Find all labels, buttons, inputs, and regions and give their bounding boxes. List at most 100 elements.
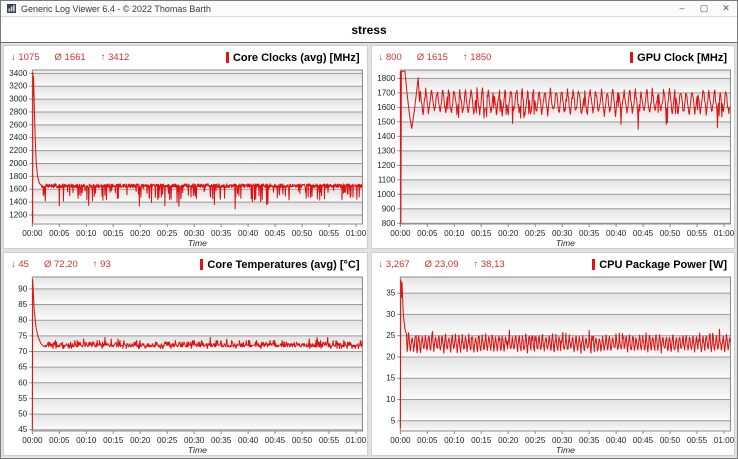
y-tick-label: 1100 — [377, 175, 395, 184]
plot-band — [32, 124, 363, 138]
x-tick-label: 00:50 — [659, 229, 680, 238]
x-tick-label: 00:30 — [552, 229, 573, 238]
plot-band — [399, 399, 730, 421]
plot-band — [32, 70, 363, 74]
x-tick-label: 00:55 — [319, 229, 340, 238]
x-tick-label: 00:45 — [632, 229, 653, 238]
chart-title: Core Clocks (avg) [MHz] — [225, 52, 360, 64]
plot-band — [32, 99, 363, 112]
maximize-button[interactable]: ▢ — [693, 1, 715, 16]
stat-avg: Ø 23,09 — [424, 259, 459, 270]
plot-band — [399, 70, 730, 79]
plot-band — [32, 73, 363, 87]
stat-max: ↑ 93 — [92, 259, 111, 270]
chart-panel-gpu-clock: ↓ 800 Ø 1615 ↑ 1850 GPU Clock [MHz] 1800… — [370, 45, 735, 249]
y-tick-label: 1200 — [377, 161, 396, 170]
y-tick-label: 65 — [18, 363, 28, 372]
log-header: stress — [1, 17, 737, 43]
plot-band — [32, 382, 363, 399]
y-tick-label: 1400 — [377, 132, 396, 141]
plot-band — [32, 367, 363, 383]
chart-plot-gpu-clock[interactable]: 1800 1700 1600 1500 1400 1300 1200 1100 1000 900 8… — [372, 66, 734, 248]
x-axis-title: Time — [555, 445, 574, 455]
chart-plot-cpu-package-power[interactable]: 35 30 25 20 15 10 5 00:00 00:05 00:10 00:15 00:20 00… — [372, 273, 734, 455]
y-tick-label: 2200 — [9, 146, 28, 155]
plot-band — [399, 277, 730, 294]
x-tick-label: 00:45 — [632, 436, 653, 445]
y-tick-label: 80 — [18, 316, 28, 325]
app-window: Generic Log Viewer 6.4 - © 2022 Thomas B… — [0, 0, 738, 459]
x-tick-label: 00:30 — [552, 436, 573, 445]
x-tick-label: 00:30 — [184, 229, 205, 238]
x-tick-label: 00:25 — [525, 229, 546, 238]
x-tick-label: 00:25 — [157, 229, 178, 238]
plot-band — [32, 111, 363, 125]
x-tick-label: 00:30 — [184, 436, 205, 445]
y-tick-label: 2400 — [9, 133, 28, 142]
plot-band — [399, 314, 730, 336]
plot-band — [32, 351, 363, 368]
y-tick-label: 1500 — [377, 117, 396, 126]
plot-band — [32, 86, 363, 100]
plot-band — [399, 293, 730, 315]
x-tick-label: 00:50 — [292, 436, 313, 445]
plot-band — [32, 202, 363, 215]
y-tick-label: 5 — [390, 416, 395, 425]
plot-band — [32, 150, 363, 164]
y-tick-label: 50 — [18, 410, 28, 419]
x-tick-label: 01:00 — [713, 436, 734, 445]
core-clocks-svg: 3400 3200 3000 2800 2600 2400 2200 2000 1800 1600… — [9, 69, 366, 248]
x-tick-label: 00:35 — [579, 436, 600, 445]
chart-stats: ↓ 3,267 Ø 23,09 ↑ 38,13 — [379, 259, 505, 270]
y-tick-label: 1200 — [9, 211, 28, 220]
cpu-package-power-svg: 35 30 25 20 15 10 5 00:00 00:05 00:10 00:15 00:20 00… — [386, 276, 734, 455]
y-tick-label: 2600 — [9, 120, 28, 129]
gpu-clock-svg: 1800 1700 1600 1500 1400 1300 1200 1100 1000 900 8… — [377, 69, 734, 248]
chart-stats: ↓ 800 Ø 1615 ↑ 1850 — [379, 52, 492, 63]
x-tick-label: 00:40 — [238, 436, 259, 445]
plot-band — [399, 78, 730, 93]
y-tick-label: 3000 — [9, 95, 28, 104]
title-bar: Generic Log Viewer 6.4 - © 2022 Thomas B… — [1, 1, 737, 17]
app-icon — [7, 4, 16, 13]
x-tick-label: 00:45 — [265, 229, 286, 238]
x-tick-label: 00:00 — [22, 436, 43, 445]
y-tick-label: 60 — [18, 378, 28, 387]
y-tick-label: 1700 — [377, 88, 396, 97]
window-title: Generic Log Viewer 6.4 - © 2022 Thomas B… — [21, 3, 211, 14]
plot-band — [399, 420, 730, 431]
x-tick-label: 00:40 — [238, 229, 259, 238]
legend-color-bar — [225, 52, 229, 63]
y-tick-label: 45 — [18, 425, 28, 434]
x-axis-title: Time — [188, 238, 207, 248]
plot-band — [399, 165, 730, 180]
plot-band — [399, 136, 730, 151]
plot-band — [32, 277, 363, 289]
minimize-button[interactable]: – — [671, 1, 693, 16]
y-tick-label: 25 — [386, 331, 396, 340]
chart-title-text: GPU Clock [MHz] — [637, 51, 727, 64]
plot-band — [399, 194, 730, 209]
x-tick-label: 00:05 — [417, 436, 438, 445]
chart-plot-core-temperatures[interactable]: 90 85 80 75 70 65 60 55 50 45 00:00 00:05 00:10 00:15… — [4, 273, 367, 455]
chart-panel-core-temperatures: ↓ 45 Ø 72,20 ↑ 93 Core Temperatures (avg… — [3, 252, 368, 456]
plot-band — [399, 378, 730, 400]
y-tick-label: 1800 — [377, 74, 396, 83]
x-tick-label: 00:05 — [417, 229, 438, 238]
x-tick-label: 00:35 — [211, 436, 232, 445]
chart-title-text: Core Temperatures (avg) [°C] — [207, 258, 360, 271]
x-tick-label: 00:35 — [579, 229, 600, 238]
x-tick-label: 00:20 — [498, 229, 519, 238]
x-tick-label: 00:05 — [49, 229, 70, 238]
close-button[interactable]: ✕ — [715, 1, 737, 16]
x-tick-label: 00:15 — [103, 436, 124, 445]
x-tick-label: 00:20 — [130, 229, 151, 238]
plot-band — [32, 288, 363, 305]
stat-avg: Ø 1661 — [54, 52, 86, 63]
x-tick-label: 00:40 — [605, 436, 626, 445]
chart-plot-core-clocks[interactable]: 3400 3200 3000 2800 2600 2400 2200 2000 1800 1600… — [4, 66, 366, 248]
x-tick-label: 00:15 — [103, 229, 124, 238]
x-tick-label: 00:00 — [22, 229, 43, 238]
y-tick-label: 30 — [386, 310, 396, 319]
y-tick-label: 20 — [386, 353, 396, 362]
